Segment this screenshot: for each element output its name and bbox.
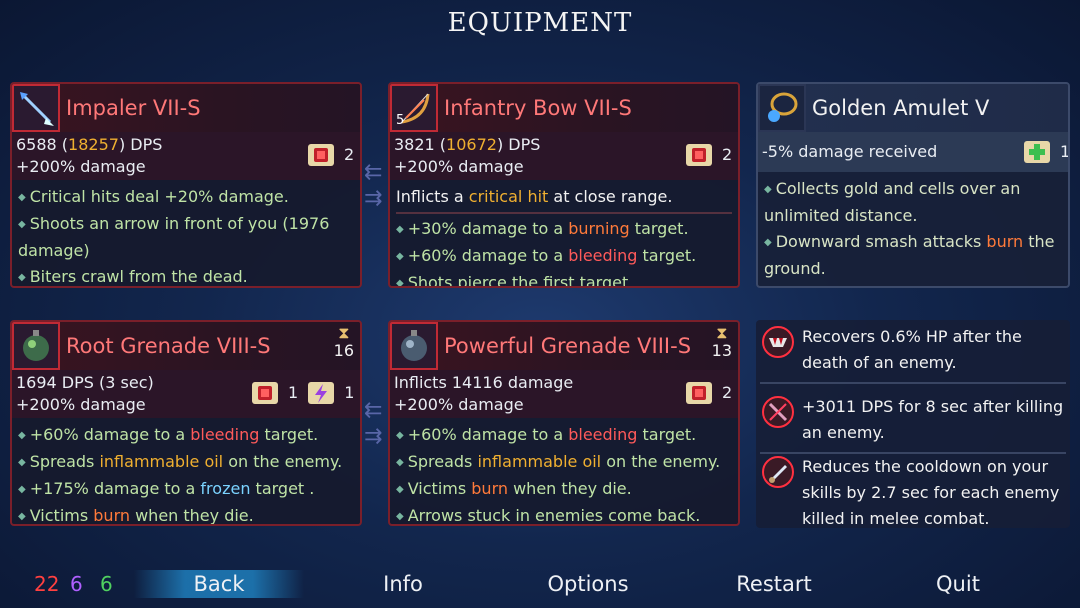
- effect-line: Victims burn when they die.: [18, 503, 354, 524]
- info-button[interactable]: Info: [343, 572, 463, 596]
- hourglass-icon: ⧗: [716, 323, 728, 342]
- page-title: EQUIPMENT: [447, 8, 633, 38]
- skill-name: Root Grenade VIII-S: [66, 334, 271, 358]
- tactics-count: 6: [70, 572, 83, 596]
- scroll-count: 1: [1060, 142, 1070, 161]
- mutation-item[interactable]: Reduces the cooldown on your skills by 2…: [756, 454, 1070, 532]
- icon-badge: 5: [396, 113, 405, 128]
- bottom-bar: 22 6 6 Back Info Options Restart Quit: [0, 564, 1080, 608]
- amulet-icon: [758, 84, 806, 132]
- effect-line: +60% damage to a bleeding target.: [396, 243, 732, 270]
- effect-line: Victims burn when they die.: [396, 476, 732, 503]
- skill-card-powerful-grenade[interactable]: Powerful Grenade VIII-S ⧗ 13 Inflicts 14…: [388, 320, 740, 526]
- quit-button[interactable]: Quit: [898, 572, 1018, 596]
- effect-line: +175% damage to a frozen target .: [18, 476, 354, 503]
- survival-count: 6: [100, 572, 113, 596]
- effect-line: Critical hits deal +20% damage.: [18, 184, 354, 211]
- effect-line: Spreads inflammable oil on the enemy.: [18, 449, 354, 476]
- mutation-text: Recovers 0.6% HP after the death of an e…: [802, 327, 1022, 372]
- dps-value: 3821: [394, 135, 435, 154]
- back-button[interactable]: Back: [134, 570, 304, 598]
- scroll-count: 1: [288, 383, 299, 402]
- effect-line: Shots pierce the first target: [396, 270, 732, 286]
- swap-arrow-right-icon: ⇉: [364, 186, 383, 211]
- dps-value: 6588: [16, 135, 57, 154]
- effect-line: +60% damage to a bleeding target.: [18, 422, 354, 449]
- amulet-stat: -5% damage received: [762, 142, 938, 161]
- brutality-scroll-icon: [248, 376, 282, 410]
- skill-name: Powerful Grenade VIII-S: [444, 334, 692, 358]
- brutality-count: 22: [34, 572, 60, 596]
- bow-kill-icon: [760, 394, 796, 430]
- grenade-icon: [390, 322, 438, 370]
- effect-line: +60% damage to a bleeding target.: [396, 422, 732, 449]
- skill-card-root-grenade[interactable]: Root Grenade VIII-S ⧗ 16 1694 DPS (3 sec…: [10, 320, 362, 526]
- divider: [760, 382, 1066, 384]
- bow-icon: 5: [390, 84, 438, 132]
- amulet-name: Golden Amulet V: [812, 96, 990, 120]
- mutation-item[interactable]: Recovers 0.6% HP after the death of an e…: [756, 324, 1070, 376]
- brutality-scroll-icon: [682, 138, 716, 172]
- mutation-text: +3011 DPS for 8 sec after killing an ene…: [802, 397, 1064, 442]
- swap-arrow-left-icon: ⇇: [364, 398, 383, 423]
- restart-button[interactable]: Restart: [714, 572, 834, 596]
- dps-suffix: DPS: [508, 135, 541, 154]
- dps-suffix: DPS: [130, 135, 163, 154]
- cooldown-value: 16: [333, 341, 354, 360]
- weapon-name: Infantry Bow VII-S: [444, 96, 632, 120]
- tactics-scroll-icon: [304, 376, 338, 410]
- survival-scroll-icon: [1020, 135, 1054, 169]
- scroll-count: 2: [344, 145, 355, 164]
- effect-line: Biters crawl from the dead.: [18, 264, 354, 286]
- scroll-count: 2: [722, 383, 733, 402]
- brutality-scroll-icon: [304, 138, 338, 172]
- hourglass-icon: ⧗: [338, 323, 350, 342]
- weapon-description: Inflicts a critical hit at close range.: [396, 187, 673, 206]
- effect-line: +30% damage to a burning target.: [396, 216, 732, 243]
- brutality-scroll-icon: [682, 376, 716, 410]
- effect-line: Collects gold and cells over an unlimite…: [764, 176, 1062, 229]
- grenade-icon: [12, 322, 60, 370]
- effect-line: Shoots an arrow in front of you (1976 da…: [18, 211, 354, 264]
- swap-arrow-left-icon: ⇇: [364, 160, 383, 185]
- options-button[interactable]: Options: [528, 572, 648, 596]
- weapon-card-impaler[interactable]: Impaler VII-S 6588 (18257) DPS +200% dam…: [10, 82, 362, 288]
- vampirism-icon: [760, 324, 796, 360]
- weapon-name: Impaler VII-S: [66, 96, 201, 120]
- scroll-count: 1: [344, 383, 355, 402]
- scroll-count: 2: [722, 145, 733, 164]
- dps-crit-value: 10672: [446, 135, 497, 154]
- effect-line: Arrows stuck in enemies come back.: [396, 503, 732, 524]
- weapon-card-infantry-bow[interactable]: 5 Infantry Bow VII-S 3821 (10672) DPS +2…: [388, 82, 740, 288]
- cooldown-value: 13: [711, 341, 732, 360]
- amulet-card[interactable]: Golden Amulet V -5% damage received 1 Co…: [756, 82, 1070, 288]
- effect-line: Spreads inflammable oil on the enemy.: [396, 449, 732, 476]
- mutation-item[interactable]: +3011 DPS for 8 sec after killing an ene…: [756, 394, 1070, 446]
- effect-line: Downward smash attacks burn the ground.: [764, 229, 1062, 282]
- mutation-text: Reduces the cooldown on your skills by 2…: [802, 457, 1060, 528]
- swap-arrow-right-icon: ⇉: [364, 424, 383, 449]
- melee-cooldown-icon: [760, 454, 796, 490]
- mutations-panel: Recovers 0.6% HP after the death of an e…: [756, 320, 1070, 528]
- divider: [396, 212, 732, 214]
- dps-crit-value: 18257: [68, 135, 119, 154]
- spear-icon: [12, 84, 60, 132]
